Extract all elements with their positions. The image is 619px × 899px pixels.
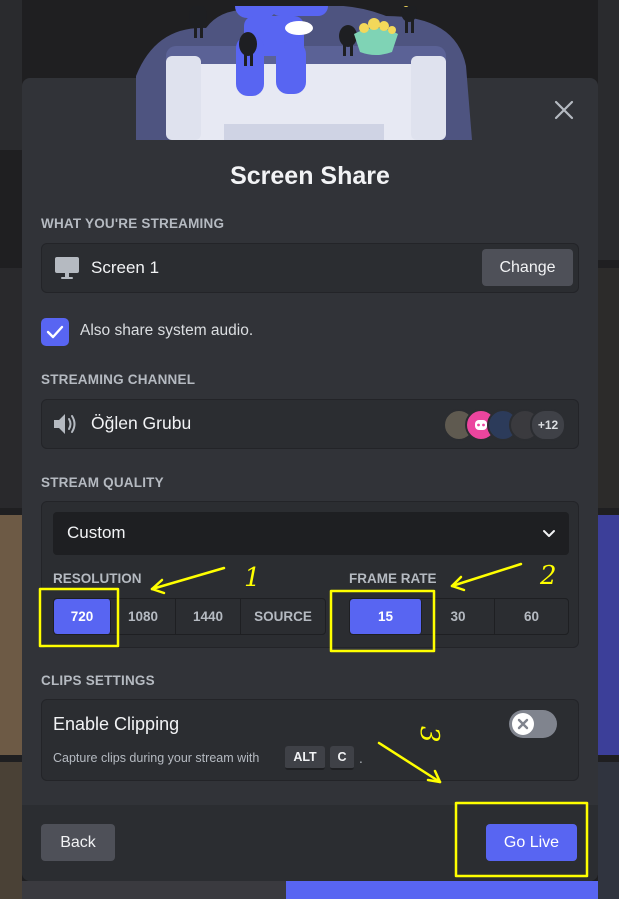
clips-settings-box: Enable Clipping Capture clips during you… — [41, 699, 579, 781]
go-live-button[interactable]: Go Live — [486, 824, 577, 861]
enable-clipping-title: Enable Clipping — [53, 714, 180, 734]
streaming-channel-box: Öğlen Grubu +12 — [41, 399, 579, 449]
frame-rate-option[interactable]: 30 — [422, 599, 495, 634]
clipping-description: Capture clips during your stream with — [53, 751, 260, 765]
close-icon — [554, 100, 574, 120]
resolution-option[interactable]: SOURCE — [241, 599, 325, 634]
keybind-alt: ALT — [285, 746, 325, 770]
frame-rate-option[interactable]: 60 — [495, 599, 568, 634]
background-tile — [598, 762, 619, 899]
modal-title: Screen Share — [230, 162, 390, 190]
monitor-icon — [55, 257, 79, 279]
system-audio-checkbox[interactable] — [41, 318, 69, 346]
frame-rate-selector: 15 30 60 — [349, 598, 569, 635]
description-period: . — [359, 752, 363, 766]
resolution-option[interactable]: 1080 — [111, 599, 176, 634]
x-icon — [517, 718, 529, 730]
checkmark-icon — [46, 325, 64, 339]
background-tile — [598, 268, 619, 508]
background-tile — [0, 0, 22, 150]
back-button[interactable]: Back — [41, 824, 115, 861]
modal-footer: Back Go Live — [22, 805, 598, 881]
resolution-option[interactable]: 720 — [54, 599, 111, 634]
background-tile — [0, 515, 22, 755]
screen-share-modal: Screen Share WHAT YOU'RE STREAMING Scree… — [22, 6, 598, 881]
close-button[interactable] — [552, 98, 576, 122]
background-tile — [286, 881, 598, 899]
quality-section-label: STREAM QUALITY — [41, 475, 164, 490]
resolution-label: RESOLUTION — [53, 571, 142, 586]
toggle-knob — [512, 713, 534, 735]
background-tile — [0, 268, 22, 508]
streaming-source-box: Screen 1 Change — [41, 243, 579, 293]
channel-section-label: STREAMING CHANNEL — [41, 372, 196, 387]
background-tile — [0, 762, 22, 899]
frame-rate-option[interactable]: 15 — [350, 599, 422, 634]
quality-preset-select[interactable]: Custom — [53, 512, 569, 555]
background-tile — [598, 0, 619, 260]
change-source-button[interactable]: Change — [482, 249, 573, 286]
source-name: Screen 1 — [91, 258, 160, 277]
enable-clipping-toggle[interactable] — [509, 710, 557, 738]
resolution-option[interactable]: 1440 — [176, 599, 241, 634]
streaming-section-label: WHAT YOU'RE STREAMING — [41, 216, 225, 231]
stream-quality-box: Custom RESOLUTION 720 1080 1440 SOURCE F… — [41, 501, 579, 648]
keybind-c: C — [330, 746, 354, 770]
chevron-down-icon — [543, 530, 555, 537]
frame-rate-label: FRAME RATE — [349, 571, 437, 586]
quality-preset-value: Custom — [67, 523, 126, 542]
background-tile — [598, 515, 619, 755]
hero-illustration — [136, 6, 472, 140]
system-audio-label: Also share system audio. — [80, 322, 254, 339]
member-count-badge: +12 — [530, 409, 566, 441]
channel-name: Öğlen Grubu — [91, 413, 192, 433]
clips-section-label: CLIPS SETTINGS — [41, 673, 155, 688]
resolution-selector: 720 1080 1440 SOURCE — [53, 598, 326, 635]
speaker-icon — [54, 414, 76, 434]
